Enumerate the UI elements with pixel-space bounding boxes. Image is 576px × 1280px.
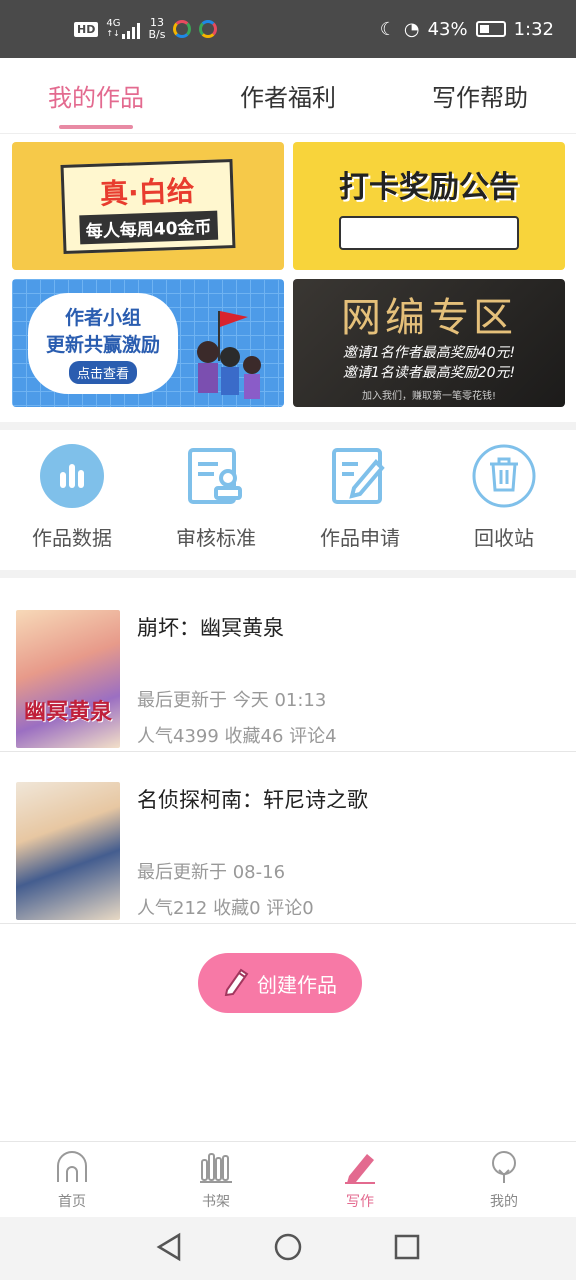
work-last-updated: 最后更新于 08-16 xyxy=(137,862,286,883)
moon-icon: ☾ xyxy=(379,18,396,40)
signal-icon: 4G ↑↓ xyxy=(106,18,141,39)
banner-title: 网编专区 xyxy=(341,294,517,341)
bookshelf-icon xyxy=(199,1150,233,1188)
banner-weekly-coins[interactable]: 真·白给 每人每周40金币 xyxy=(12,142,284,270)
app-notification-icon xyxy=(173,20,192,38)
top-tabs: 我的作品 作者福利 写作帮助 xyxy=(0,58,576,134)
nav-label: 书架 xyxy=(202,1194,230,1210)
trash-icon xyxy=(472,444,536,508)
nav-label: 首页 xyxy=(58,1194,86,1210)
quick-action-label: 作品数据 xyxy=(32,526,112,550)
home-circle-icon[interactable] xyxy=(273,1232,303,1266)
nav-write[interactable]: 写作 xyxy=(288,1142,432,1217)
quick-action-review-standards[interactable]: 审核标准 xyxy=(144,438,288,570)
work-stats: 人气212 收藏0 评论0 xyxy=(137,898,314,919)
quick-action-label: 审核标准 xyxy=(176,526,256,550)
banner-grid: 真·白给 每人每周40金币 打卡奖励公告 作者小组 更新共赢激励 点击查看 网编… xyxy=(12,142,565,407)
banner-subtitle: 每人每周40金币 xyxy=(79,210,219,244)
view-details-button[interactable]: 点击查看 xyxy=(68,360,137,384)
nav-label: 我的 xyxy=(490,1194,518,1210)
edit-document-icon xyxy=(328,444,392,508)
book-cover xyxy=(16,782,120,920)
people-illustration xyxy=(197,311,261,399)
banner-line: 作者小组 xyxy=(64,306,141,329)
speedometer-icon: ◔ xyxy=(403,18,420,40)
status-bar: HD 4G ↑↓ 13 B/s ☾ ◔ 43% 1:32 xyxy=(0,0,576,58)
section-divider xyxy=(0,570,576,578)
banner-line: 更新共赢激励 xyxy=(45,333,160,356)
bar-chart-icon xyxy=(40,444,104,508)
tab-my-works[interactable]: 我的作品 xyxy=(0,58,192,133)
quick-action-work-application[interactable]: 作品申请 xyxy=(288,438,432,570)
banner-title: 真·白给 xyxy=(99,173,196,211)
tab-writing-help[interactable]: 写作帮助 xyxy=(384,58,576,133)
hd-badge: HD xyxy=(74,21,99,37)
bottom-nav: 首页 书架 写作 我的 xyxy=(0,1141,576,1217)
desk-illustration xyxy=(339,216,519,250)
stamp-document-icon xyxy=(184,444,248,508)
quick-action-recycle-bin[interactable]: 回收站 xyxy=(432,438,576,570)
recents-icon[interactable] xyxy=(393,1233,421,1265)
banner-line: 加入我们，赚取第一笔零花钱! xyxy=(361,390,496,402)
home-icon xyxy=(55,1150,89,1188)
network-rate: 13 B/s xyxy=(148,16,166,41)
work-item[interactable]: 名侦探柯南：轩尼诗之歌 最后更新于 08-16 人气212 收藏0 评论0 xyxy=(0,752,576,924)
battery-percent: 43% xyxy=(427,18,468,40)
work-title: 崩坏：幽冥黄泉 xyxy=(137,616,284,640)
pencil-icon xyxy=(223,966,249,1001)
work-last-updated: 最后更新于 今天 01:13 xyxy=(137,690,327,711)
work-item[interactable]: 幽冥黄泉 崩坏：幽冥黄泉 最后更新于 今天 01:13 人气4399 收藏46 … xyxy=(0,580,576,752)
quick-action-label: 作品申请 xyxy=(320,526,400,550)
banner-checkin-reward[interactable]: 打卡奖励公告 xyxy=(293,142,565,270)
nav-label: 写作 xyxy=(346,1194,374,1210)
banner-author-group[interactable]: 作者小组 更新共赢激励 点击查看 xyxy=(12,279,284,407)
cover-title: 幽冥黄泉 xyxy=(23,700,112,725)
book-cover: 幽冥黄泉 xyxy=(16,610,120,748)
profile-icon xyxy=(487,1150,521,1188)
nav-profile[interactable]: 我的 xyxy=(432,1142,576,1217)
battery-icon xyxy=(475,21,506,37)
tab-author-benefits[interactable]: 作者福利 xyxy=(192,58,384,133)
pencil-icon xyxy=(343,1150,377,1188)
section-divider xyxy=(0,422,576,430)
network-type: 4G xyxy=(106,18,121,29)
banner-line: 邀请1名读者最高奖励20元! xyxy=(342,364,516,381)
quick-action-work-data[interactable]: 作品数据 xyxy=(0,438,144,570)
work-title: 名侦探柯南：轩尼诗之歌 xyxy=(137,788,368,812)
banner-title: 打卡奖励公告 xyxy=(339,170,519,205)
nav-bookshelf[interactable]: 书架 xyxy=(144,1142,288,1217)
quick-action-label: 回收站 xyxy=(474,526,534,550)
create-work-label: 创建作品 xyxy=(257,972,337,997)
banner-editor-zone[interactable]: 网编专区 邀请1名作者最高奖励40元! 邀请1名读者最高奖励20元! 加入我们，… xyxy=(293,279,565,407)
system-nav-bar xyxy=(0,1217,576,1280)
work-stats: 人气4399 收藏46 评论4 xyxy=(137,726,337,747)
banner-line: 邀请1名作者最高奖励40元! xyxy=(342,344,516,361)
back-icon[interactable] xyxy=(155,1232,183,1266)
app-notification-icon xyxy=(199,20,218,38)
clock: 1:32 xyxy=(513,18,554,40)
quick-actions: 作品数据 审核标准 作品申请 回收站 xyxy=(0,438,576,570)
nav-home[interactable]: 首页 xyxy=(0,1142,144,1217)
create-work-button[interactable]: 创建作品 xyxy=(198,953,362,1013)
works-list: 幽冥黄泉 崩坏：幽冥黄泉 最后更新于 今天 01:13 人气4399 收藏46 … xyxy=(0,580,576,924)
